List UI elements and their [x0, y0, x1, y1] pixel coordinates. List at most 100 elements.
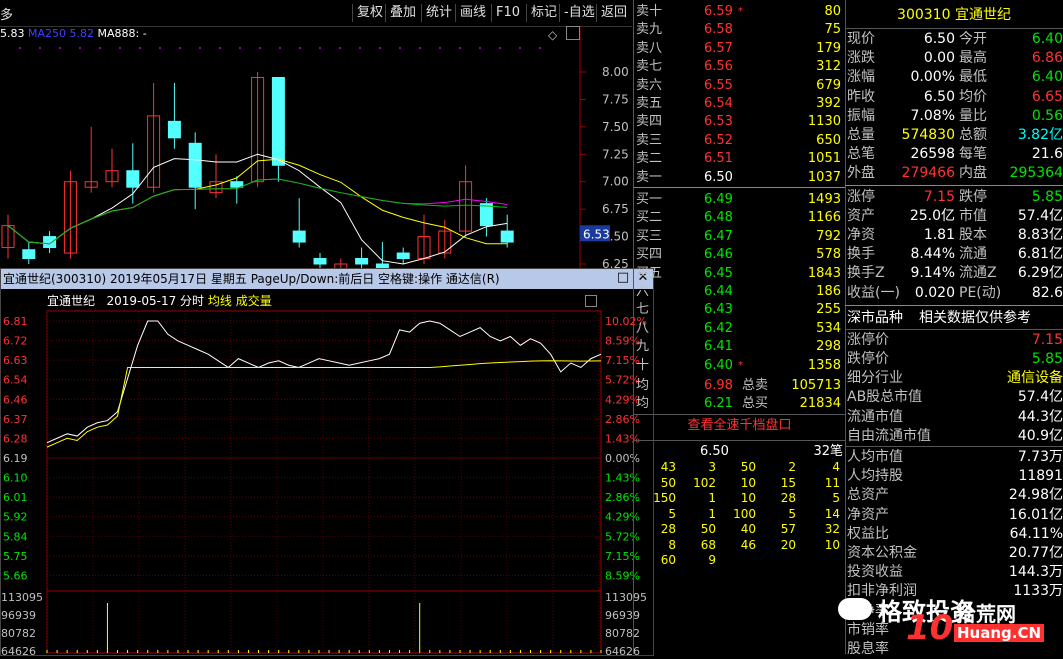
quote-key: 每笔 — [959, 146, 987, 163]
chart-toolbar: 多 复权 叠加 统计 画线 F10 标记 -自选 返回 — [0, 0, 632, 27]
full-depth-link[interactable]: 查看全速千档盘口 — [634, 416, 845, 436]
bid-price: 6.49 — [704, 192, 733, 207]
event-marker — [459, 47, 461, 49]
bid-row: 八 6.42 534 — [634, 319, 845, 338]
trade-volume: 8 — [668, 537, 676, 552]
quote-row: 涨跌 0.00 最高 6.86 — [845, 49, 1063, 68]
overlay-button[interactable]: 叠加 — [385, 4, 420, 22]
intraday-chart[interactable]: 6.81 10.02%6.72 8.59%6.63 7.15%6.54 5.72%6.4… — [1, 289, 653, 655]
quote-value: 295364 — [1009, 165, 1063, 182]
trade-volume: 28 — [780, 491, 796, 505]
ask-price: 6.51 — [704, 151, 733, 167]
data-value: 144.3万 — [1008, 564, 1063, 581]
fuquan-button[interactable]: 复权 — [352, 4, 387, 22]
bid-volume: 1493 — [807, 192, 841, 207]
quote-row: 净资 1.81 股本 8.83亿 — [845, 226, 1063, 245]
watermark-logo: 10 — [906, 608, 954, 648]
event-marker — [59, 47, 61, 49]
quote-value: 21.6 — [1031, 146, 1063, 163]
quote-row: 换手Z 9.14% 流通Z 6.29亿 — [845, 264, 1063, 283]
quote-value: 8.44% — [910, 246, 955, 263]
stats-button[interactable]: 统计 — [421, 4, 456, 22]
price-tick-label: 5.92 — [3, 511, 28, 524]
ask-volume: 1051 — [807, 151, 841, 167]
popup-title-bar[interactable]: 宜通世纪(300310) 2019年05月17日 星期五 PageUp/Down… — [1, 269, 653, 289]
event-marker — [279, 47, 281, 49]
bid-label: 七 — [636, 302, 650, 318]
book-divider — [634, 187, 845, 188]
quote-value: 6.65 — [1031, 88, 1063, 105]
restore-icon[interactable] — [566, 26, 580, 40]
bid-volume: 1166 — [807, 210, 841, 226]
quote-row: 振幅 7.08% 量比 0.56 — [845, 107, 1063, 126]
quote-value: 574830 — [901, 127, 955, 143]
data-row: 涨停价 7.15 — [845, 331, 1063, 350]
mark-button[interactable]: 标记 — [526, 4, 561, 22]
trade-volume: 10 — [824, 537, 840, 552]
ma-value: 5.83 — [0, 27, 25, 40]
ask-price: 6.56 — [704, 59, 733, 75]
data-value: 7.73万 — [1017, 449, 1063, 465]
volume-tick-label: 80782 — [1, 627, 36, 640]
quote-value: 5.85 — [1031, 188, 1063, 205]
kline-chart[interactable]: 8.007.757.507.257.006.756.506.256.53 — [0, 26, 632, 270]
popup-restore-icon[interactable] — [585, 295, 597, 307]
ask-volume: 1130 — [807, 114, 841, 130]
summary-row: 均 6.21 总买 21834 — [634, 394, 845, 413]
quote-key: 股本 — [959, 227, 987, 243]
trade-volume: 57 — [780, 522, 796, 536]
intraday-popup[interactable]: 宜通世纪(300310) 2019年05月17日 星期五 PageUp/Down… — [0, 268, 654, 656]
quote-value: 279466 — [901, 165, 955, 182]
tab-market[interactable]: 深市品种 — [847, 309, 903, 328]
trade-count: 32笔 — [813, 444, 843, 459]
f10-button[interactable]: F10 — [491, 4, 524, 22]
tab-note[interactable]: 相关数据仅供参考 — [919, 309, 1031, 328]
quote-key: 涨停 — [847, 188, 875, 205]
quote-key: 外盘 — [847, 165, 875, 182]
diamond-icon[interactable]: ◇ — [548, 28, 557, 42]
bid-volume: 792 — [816, 228, 841, 244]
candle-body — [396, 252, 410, 260]
trade-volume: 102 — [693, 475, 716, 490]
avg-line — [46, 360, 602, 448]
quote-row: 总笔 26598 每笔 21.6 — [845, 145, 1063, 164]
quote-key: 总笔 — [847, 146, 875, 163]
current-price-label: 6.53 — [583, 227, 610, 241]
stock-code: 300310 — [897, 7, 951, 23]
ask-price: 6.52 — [704, 132, 733, 148]
data-value: 64.11% — [1009, 525, 1063, 542]
minimize-icon[interactable]: □ — [615, 271, 631, 287]
bid-volume: 1358 — [807, 357, 841, 373]
ask-row: 卖二 6.51 1051 — [634, 149, 845, 168]
avg-line-label: 均线 — [207, 294, 232, 308]
toolbar-left-label: 多 — [0, 8, 14, 23]
quote-key: 流通Z — [959, 265, 997, 282]
watchlist-button[interactable]: -自选 — [559, 4, 599, 22]
trade-volume: 14 — [824, 506, 840, 521]
volume-tick-label: 96939 — [1, 609, 36, 622]
trade-volume: 15 — [780, 475, 796, 490]
data-value: 57.4亿 — [1017, 389, 1063, 406]
ask-label: 卖五 — [636, 96, 663, 111]
data-value: 11891 — [1018, 468, 1063, 485]
event-marker — [379, 47, 381, 49]
info-divider — [845, 28, 1063, 29]
back-button[interactable]: 返回 — [596, 4, 631, 22]
ask-row: 卖四 6.53 1130 — [634, 112, 845, 131]
draw-line-button[interactable]: 画线 — [455, 4, 490, 22]
bid-price: 6.45 — [704, 265, 733, 281]
quote-key: 振幅 — [847, 107, 875, 124]
data-value: 5.85 — [1031, 351, 1063, 367]
candle-body — [292, 230, 306, 243]
summary-label: 均 — [636, 378, 650, 393]
price-tick-label: 5.75 — [3, 550, 28, 563]
data-row: 跌停价 5.85 — [845, 350, 1063, 369]
bid-row: 买一 6.49 1493 — [634, 190, 845, 209]
data-value: 44.3亿 — [1017, 408, 1063, 425]
data-row: 人均市值 7.73万 — [845, 448, 1063, 467]
ask-volume: 392 — [816, 96, 841, 111]
bid-price: 6.44 — [704, 284, 733, 299]
quote-value: 0.56 — [1031, 107, 1063, 124]
ask-row: 卖七 6.56 312 — [634, 57, 845, 76]
info-tabs: 深市品种 相关数据仅供参考 — [845, 309, 1063, 328]
